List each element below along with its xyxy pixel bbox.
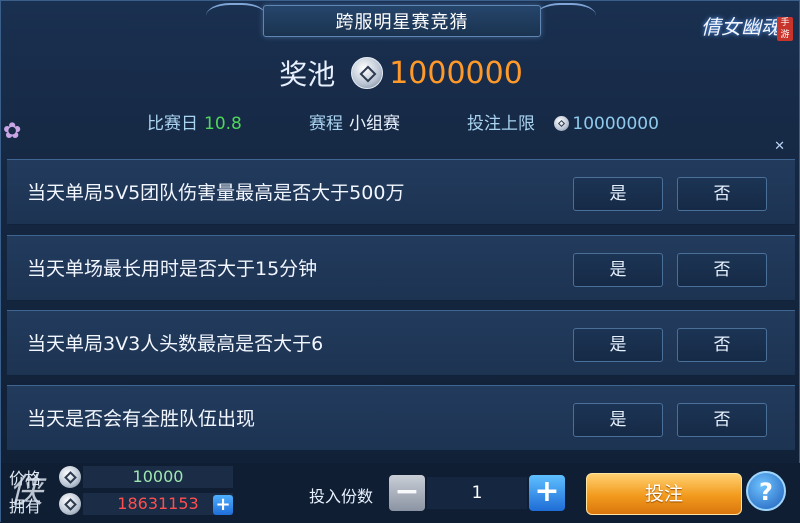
- no-button[interactable]: 否: [677, 403, 767, 437]
- page-title: 跨服明星赛竞猜: [335, 12, 469, 33]
- question-text: 当天单局3V3人头数最高是否大于6: [27, 333, 324, 355]
- yes-button[interactable]: 是: [573, 328, 663, 362]
- minus-icon[interactable]: −: [389, 475, 425, 511]
- plus-icon[interactable]: +: [529, 475, 565, 511]
- bet-limit-label: 投注上限: [467, 114, 535, 134]
- game-logo: 倩女幽魂: [701, 15, 781, 39]
- match-day-value: 10.8: [204, 114, 242, 134]
- match-info: 比赛日 10.8 赛程 小组赛 投注上限 10000000: [1, 109, 800, 137]
- help-icon[interactable]: ?: [746, 471, 786, 511]
- yes-button[interactable]: 是: [573, 403, 663, 437]
- own-value: 18631153: [83, 493, 233, 515]
- match-schedule: 赛程 小组赛: [309, 109, 400, 134]
- pool-label: 奖池: [279, 58, 336, 91]
- bet-limit: 投注上限 10000000: [467, 109, 659, 134]
- coin-icon: [59, 493, 81, 515]
- prize-pool: 奖池 1000000: [1, 51, 800, 95]
- own-label: 拥有: [9, 497, 42, 516]
- no-button[interactable]: 否: [677, 253, 767, 287]
- quantity-input[interactable]: 1: [427, 477, 527, 509]
- question-text: 当天是否会有全胜队伍出现: [27, 408, 256, 430]
- price-value: 10000: [83, 466, 233, 488]
- yes-button[interactable]: 是: [573, 253, 663, 287]
- question-text: 当天单场最长用时是否大于15分钟: [27, 258, 318, 280]
- schedule-label: 赛程: [309, 114, 343, 134]
- coin-icon: [351, 57, 384, 89]
- question-text: 当天单局5V5团队伤害量最高是否大于500万: [27, 182, 405, 204]
- close-icon[interactable]: ✕: [774, 139, 785, 154]
- question-row: 当天单局5V5团队伤害量最高是否大于500万 是 否: [7, 159, 795, 225]
- no-button[interactable]: 否: [677, 328, 767, 362]
- question-row: 当天是否会有全胜队伍出现 是 否: [7, 385, 795, 451]
- bet-limit-value: 10000000: [572, 114, 659, 134]
- schedule-value: 小组赛: [349, 114, 400, 134]
- match-day-label: 比赛日: [147, 114, 198, 134]
- logo-stamp: 手游: [777, 17, 793, 41]
- coin-icon: [59, 466, 81, 488]
- quantity-label: 投入份数: [309, 487, 374, 506]
- title-ornament-left: [206, 3, 266, 35]
- title-ornament-right: [536, 3, 596, 35]
- dialog-frame: 跨服明星赛竞猜 倩女幽魂 手游 ✕ ✿ 奖池 1000000 比赛日 10.8 赛…: [0, 0, 800, 523]
- match-day: 比赛日 10.8: [147, 109, 242, 134]
- pool-value: 1000000: [389, 55, 523, 91]
- no-button[interactable]: 否: [677, 177, 767, 211]
- price-label: 价格: [9, 469, 42, 488]
- coin-icon: [554, 116, 570, 131]
- question-row: 当天单场最长用时是否大于15分钟 是 否: [7, 235, 795, 301]
- title-banner: 跨服明星赛竞猜: [263, 5, 541, 37]
- bet-footer: 侠 价格 拥有 10000 18631153 + 投入份数 − 1 + 投注 ?: [1, 463, 800, 523]
- question-row: 当天单局3V3人头数最高是否大于6 是 否: [7, 310, 795, 376]
- bet-button[interactable]: 投注: [586, 473, 742, 515]
- recharge-plus-icon[interactable]: +: [213, 495, 233, 515]
- yes-button[interactable]: 是: [573, 177, 663, 211]
